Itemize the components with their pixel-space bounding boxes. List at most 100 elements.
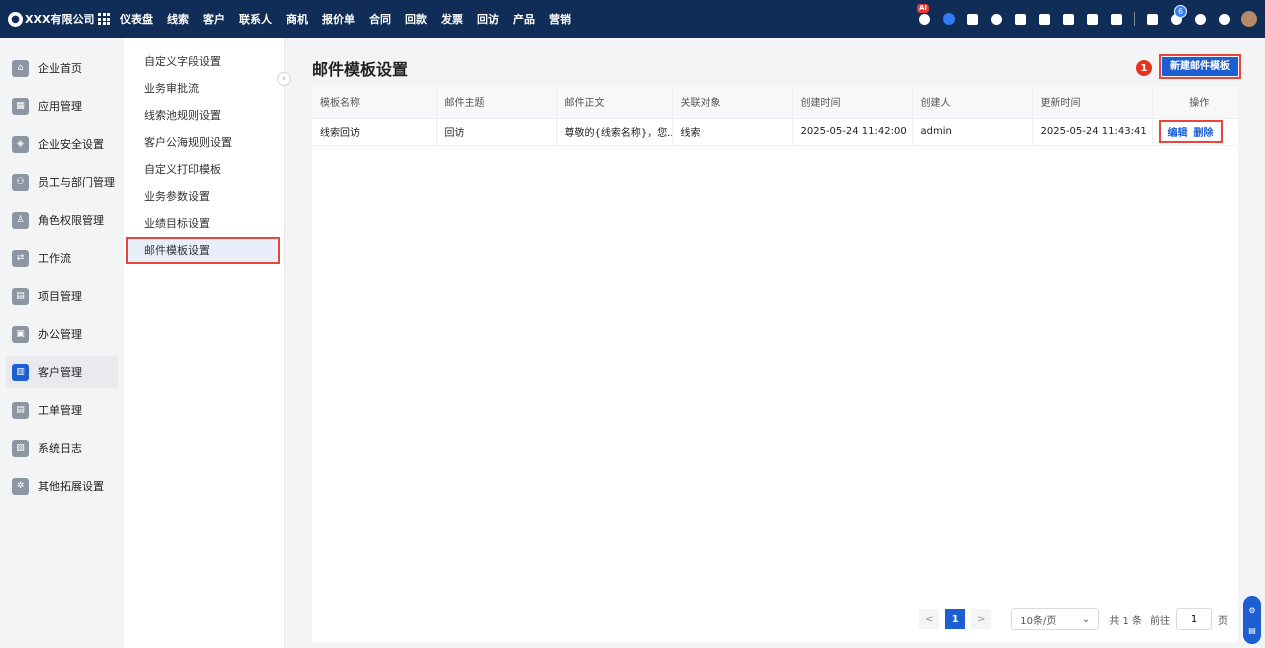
- submenu-item-lead-pool-rules[interactable]: 线索池规则设置: [124, 102, 284, 129]
- toolbar-divider: [1134, 12, 1135, 26]
- col-header-creator: 创建人: [912, 86, 1033, 119]
- submenu-item-approval-flow[interactable]: 业务审批流: [124, 75, 284, 102]
- sidebar-item-label: 系统日志: [38, 442, 82, 455]
- goto-label: 前往: [1150, 615, 1170, 627]
- chat-icon[interactable]: [942, 13, 955, 26]
- users-icon: ⚇: [12, 173, 29, 191]
- page-1-button[interactable]: 1: [945, 609, 966, 629]
- page-title: 邮件模板设置: [312, 60, 409, 79]
- log-icon: ▧: [12, 439, 29, 457]
- sidebar-item-label: 企业首页: [38, 62, 82, 75]
- col-header-name: 模板名称: [312, 86, 437, 119]
- submenu-item-business-params[interactable]: 业务参数设置: [124, 183, 284, 210]
- submenu-item-email-templates[interactable]: 邮件模板设置: [126, 237, 280, 264]
- shield-icon: ◈: [12, 135, 29, 153]
- template-table-panel: 模板名称 邮件主题 邮件正文 关联对象 创建时间 创建人 更新时间 操作 线索回…: [312, 86, 1238, 642]
- apps-grid-icon[interactable]: [98, 13, 110, 25]
- submenu-item-customer-pool-rules[interactable]: 客户公海规则设置: [124, 129, 284, 156]
- document-icon[interactable]: [1062, 13, 1075, 26]
- nav-contracts[interactable]: 合同: [369, 11, 391, 27]
- nav-invoices[interactable]: 发票: [441, 11, 463, 27]
- ai-badge: AI: [917, 3, 930, 13]
- sidebar-item-roles[interactable]: ♙ 角色权限管理: [6, 204, 118, 236]
- project-icon: ▤: [12, 287, 29, 305]
- chat-bubble-icon[interactable]: [966, 13, 979, 26]
- sidebar-item-staff[interactable]: ⚇ 员工与部门管理: [6, 166, 118, 198]
- submenu-item-custom-fields[interactable]: 自定义字段设置: [124, 48, 284, 75]
- nav-quotes[interactable]: 报价单: [322, 11, 355, 27]
- nav-contacts[interactable]: 联系人: [239, 11, 272, 27]
- sidebar-item-apps[interactable]: ▦ 应用管理: [6, 90, 118, 122]
- delete-link[interactable]: 删除: [1194, 124, 1214, 139]
- app-icon[interactable]: [1146, 13, 1159, 26]
- cell-subject: 回访: [436, 118, 557, 146]
- sidebar-item-customers[interactable]: ▥ 客户管理: [6, 356, 118, 388]
- submenu: 自定义字段设置 业务审批流 线索池规则设置 客户公海规则设置 自定义打印模板 业…: [124, 38, 291, 648]
- brand-name: XXX有限公司: [25, 13, 95, 26]
- cell-created: 2025-05-24 11:42:00: [792, 118, 913, 146]
- workflow-icon: ⇄: [12, 249, 29, 267]
- main-content: 邮件模板设置 1 新建邮件模板 模板名称 邮件主题 邮件正文 关联对象 创建时间…: [286, 38, 1265, 648]
- sidebar-item-workflow[interactable]: ⇄ 工作流: [6, 242, 118, 274]
- user-icon[interactable]: [1038, 13, 1051, 26]
- sidebar-item-home[interactable]: ⌂ 企业首页: [6, 52, 118, 84]
- nav-leads[interactable]: 线索: [167, 11, 189, 27]
- robot-icon[interactable]: AI: [917, 3, 931, 26]
- sidebar-item-security[interactable]: ◈ 企业安全设置: [6, 128, 118, 160]
- top-navbar: ● XXX有限公司 仪表盘 线索 客户 联系人 商机 报价单 合同 回款 发票 …: [0, 0, 1265, 38]
- sidebar-item-label: 企业安全设置: [38, 138, 104, 151]
- nav-marketing[interactable]: 营销: [549, 11, 571, 27]
- sidebar-item-tickets[interactable]: ▤ 工单管理: [6, 394, 118, 426]
- nav-visits[interactable]: 回访: [477, 11, 499, 27]
- sidebar-item-projects[interactable]: ▤ 项目管理: [6, 280, 118, 312]
- sidebar: ⌂ 企业首页 ▦ 应用管理 ◈ 企业安全设置 ⚇ 员工与部门管理 ♙ 角色权限管理 ⇄ 工作…: [0, 38, 124, 648]
- avatar[interactable]: [1241, 11, 1257, 27]
- sidebar-item-office[interactable]: ▣ 办公管理: [6, 318, 118, 350]
- sidebar-item-extensions[interactable]: ✲ 其他拓展设置: [6, 470, 118, 502]
- sidebar-item-label: 角色权限管理: [38, 214, 104, 227]
- gear-icon[interactable]: [1218, 13, 1231, 26]
- sidebar-item-label: 工作流: [38, 252, 71, 265]
- prev-page-button[interactable]: <: [919, 609, 940, 629]
- nav-opportunities[interactable]: 商机: [286, 11, 308, 27]
- edit-link[interactable]: 编辑: [1168, 124, 1188, 139]
- col-header-object: 关联对象: [672, 86, 793, 119]
- globe-icon[interactable]: [990, 13, 1003, 26]
- mail-icon[interactable]: [1014, 13, 1027, 26]
- col-header-created: 创建时间: [792, 86, 913, 119]
- new-button-highlight: 新建邮件模板: [1159, 54, 1241, 79]
- goto-page-input[interactable]: [1176, 608, 1212, 630]
- nav-dashboard[interactable]: 仪表盘: [120, 11, 153, 27]
- role-icon: ♙: [12, 211, 29, 229]
- new-email-template-button[interactable]: 新建邮件模板: [1162, 57, 1238, 76]
- submenu-item-print-templates[interactable]: 自定义打印模板: [124, 156, 284, 183]
- notification-badge: 6: [1174, 4, 1187, 18]
- page-unit: 页: [1218, 615, 1228, 627]
- note-icon[interactable]: ▤: [1248, 626, 1256, 635]
- pagination: < 1 > 10条/页 ⌄ 共 1 条 前往 页: [919, 608, 1228, 630]
- apps-icon: ▦: [12, 97, 29, 115]
- help-icon[interactable]: [1194, 13, 1207, 26]
- next-page-button[interactable]: >: [971, 609, 992, 629]
- bell-icon[interactable]: 6: [1170, 4, 1187, 26]
- home-icon: ⌂: [12, 59, 29, 77]
- nav-payments[interactable]: 回款: [405, 11, 427, 27]
- nav-customers[interactable]: 客户: [203, 11, 225, 27]
- brand-logo-icon: ●: [8, 11, 23, 27]
- table-header-row: 模板名称 邮件主题 邮件正文 关联对象 创建时间 创建人 更新时间 操作: [312, 86, 1238, 119]
- submenu-item-performance-targets[interactable]: 业绩目标设置: [124, 210, 284, 237]
- brand[interactable]: ● XXX有限公司: [0, 11, 96, 27]
- col-header-subject: 邮件主题: [436, 86, 557, 119]
- customer-icon: ▥: [12, 363, 29, 381]
- nav-products[interactable]: 产品: [513, 11, 535, 27]
- floating-toolbar[interactable]: ⚙ ▤: [1243, 596, 1261, 644]
- cell-object: 线索: [672, 118, 793, 146]
- phone-icon[interactable]: [1086, 13, 1099, 26]
- office-icon: ▣: [12, 325, 29, 343]
- tool-icon[interactable]: ⚙: [1248, 606, 1255, 615]
- sidebar-item-logs[interactable]: ▧ 系统日志: [6, 432, 118, 464]
- cell-body: 尊敬的{线索名称}，您...: [556, 118, 673, 146]
- cell-name: 线索回访: [312, 118, 437, 146]
- page-size-select[interactable]: 10条/页 ⌄: [1011, 608, 1100, 630]
- calendar-icon[interactable]: [1110, 13, 1123, 26]
